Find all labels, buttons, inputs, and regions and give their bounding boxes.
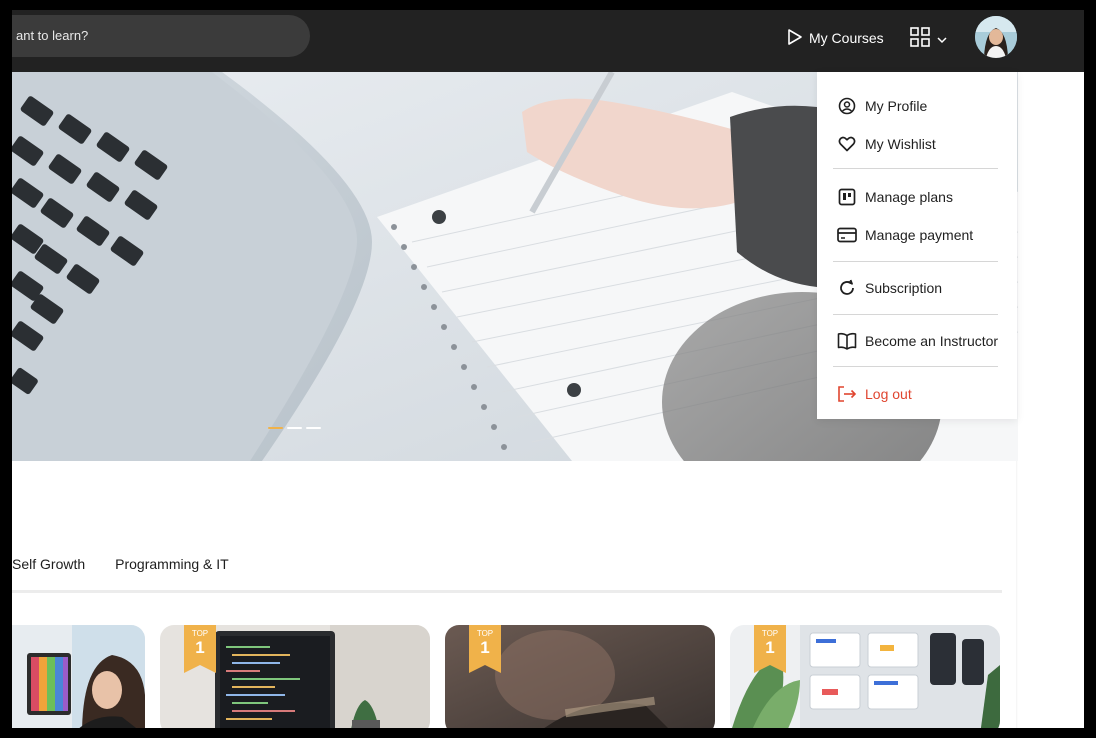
menu-divider bbox=[833, 168, 998, 169]
menu-item-become-instructor[interactable]: Become an Instructor bbox=[837, 329, 998, 353]
avatar-image bbox=[975, 16, 1017, 58]
menu-item-my-profile[interactable]: My Profile bbox=[837, 94, 927, 118]
top-badge: TOP 1 bbox=[754, 625, 786, 673]
menu-item-subscription[interactable]: Subscription bbox=[837, 276, 942, 300]
tab-programming-it[interactable]: Programming & IT bbox=[115, 556, 229, 572]
menu-item-label: Subscription bbox=[865, 280, 943, 296]
badge-rank: 1 bbox=[480, 638, 490, 657]
logout-icon bbox=[837, 384, 857, 404]
play-icon bbox=[787, 28, 803, 49]
course-card[interactable]: TOP 1 bbox=[160, 625, 430, 728]
course-card[interactable]: TOP 1 bbox=[730, 625, 1000, 728]
my-courses-label: My Courses bbox=[809, 30, 884, 46]
carousel-dot[interactable] bbox=[287, 427, 302, 429]
carousel-dots bbox=[268, 427, 321, 429]
top-bar: ant to learn? My Courses bbox=[12, 10, 1084, 72]
plans-icon bbox=[837, 187, 857, 207]
menu-item-label: My Wishlist bbox=[865, 136, 936, 152]
right-panel bbox=[1018, 72, 1084, 728]
carousel-dot[interactable] bbox=[268, 427, 283, 429]
badge-rank: 1 bbox=[765, 638, 775, 657]
app-frame: ant to learn? My Courses My Profile My W… bbox=[12, 10, 1084, 728]
top-badge: TOP 1 bbox=[469, 625, 501, 673]
menu-divider bbox=[833, 314, 998, 315]
menu-item-label: Log out bbox=[865, 386, 912, 402]
badge-label: TOP bbox=[761, 629, 779, 638]
user-circle-icon bbox=[837, 96, 857, 116]
menu-item-manage-payment[interactable]: Manage payment bbox=[837, 223, 973, 247]
badge-label: TOP bbox=[476, 629, 494, 638]
content-edge bbox=[1016, 461, 1018, 728]
book-icon bbox=[837, 331, 857, 351]
category-tabs: Self Growth Programming & IT bbox=[12, 556, 229, 572]
menu-item-log-out[interactable]: Log out bbox=[837, 382, 912, 406]
heart-icon bbox=[837, 134, 857, 154]
menu-item-label: Manage plans bbox=[865, 189, 953, 205]
menu-item-my-wishlist[interactable]: My Wishlist bbox=[837, 132, 936, 156]
badge-rank: 1 bbox=[195, 638, 205, 657]
carousel-dot[interactable] bbox=[306, 427, 321, 429]
menu-item-label: Become an Instructor bbox=[865, 333, 999, 349]
grid-icon bbox=[909, 26, 931, 53]
menu-item-label: Manage payment bbox=[865, 227, 974, 243]
badge-label: TOP bbox=[191, 629, 209, 638]
tab-self-growth[interactable]: Self Growth bbox=[12, 556, 85, 572]
credit-card-icon bbox=[837, 225, 857, 245]
search-input[interactable]: ant to learn? bbox=[12, 15, 310, 57]
course-card[interactable] bbox=[12, 625, 145, 728]
menu-divider bbox=[833, 366, 998, 367]
menu-item-manage-plans[interactable]: Manage plans bbox=[837, 185, 953, 209]
menu-item-label: My Profile bbox=[865, 98, 928, 114]
refresh-icon bbox=[837, 278, 857, 298]
profile-dropdown: My Profile My Wishlist Manage plans Mana… bbox=[817, 72, 1017, 419]
menu-divider bbox=[833, 261, 998, 262]
apps-menu-button[interactable] bbox=[909, 26, 947, 53]
tabs-underline bbox=[12, 590, 1002, 593]
chevron-down-icon bbox=[937, 31, 947, 49]
my-courses-link[interactable]: My Courses bbox=[787, 27, 884, 49]
course-card[interactable]: TOP 1 bbox=[445, 625, 715, 728]
top-badge: TOP 1 bbox=[184, 625, 216, 673]
course-thumbnail bbox=[12, 625, 145, 728]
avatar[interactable] bbox=[975, 16, 1017, 58]
